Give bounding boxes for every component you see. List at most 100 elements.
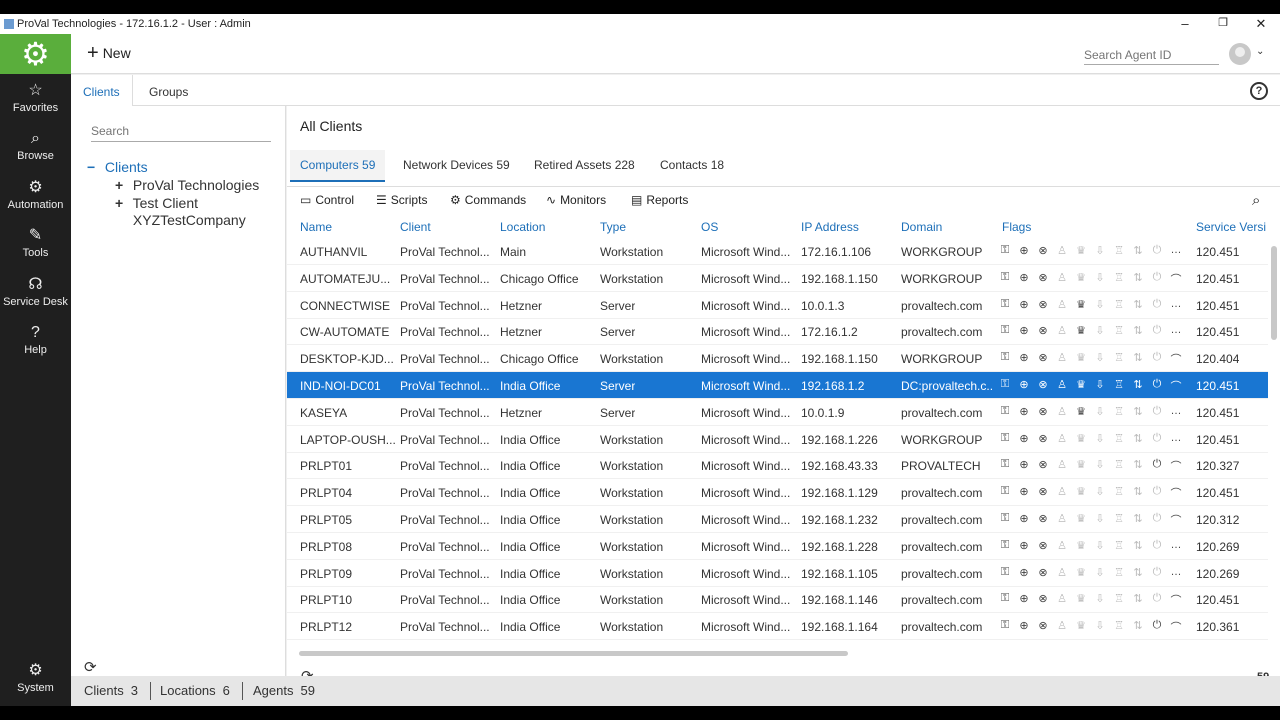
col-header-service-version[interactable]: Service Versi [1196, 220, 1266, 234]
col-header-domain[interactable]: Domain [901, 220, 942, 234]
cell-ip: 192.168.1.228 [801, 539, 878, 554]
status-agents-count: 59 [300, 683, 315, 698]
cell-client: ProVal Technol... [400, 352, 490, 367]
table-row[interactable]: AUTHANVIL ProVal Technol... Main Workstatio… [287, 238, 1268, 265]
commands-button[interactable]: ⚙ Commands [450, 193, 526, 207]
cell-ip: 192.168.1.150 [801, 352, 878, 367]
table-row[interactable]: PRLPT01 ProVal Technol... India Office Work… [287, 452, 1268, 480]
expand-icon[interactable]: + [115, 195, 129, 211]
plus-icon: + [87, 42, 99, 64]
transfer-icon: ⇅ [1133, 566, 1143, 579]
nav-favorites[interactable]: ☆ Favorites [0, 82, 71, 114]
cell-os: Microsoft Wind... [701, 593, 791, 608]
control-button[interactable]: ▭ Control [300, 193, 354, 207]
tree-search-input[interactable] [91, 120, 271, 142]
minimize-button[interactable]: – [1175, 16, 1195, 31]
tab-contacts[interactable]: Contacts 18 [660, 158, 724, 184]
col-header-ip[interactable]: IP Address [801, 220, 859, 234]
nav-system[interactable]: ⚙ System [0, 662, 71, 694]
table-row[interactable]: PRLPT05 ProVal Technol... India Office Work… [287, 506, 1268, 533]
nav-help[interactable]: ? Help [0, 324, 71, 356]
tree-node-xyz[interactable]: XYZTestCompany [115, 212, 246, 228]
cell-ip: 192.168.1.150 [801, 271, 878, 286]
cell-location: India Office [500, 539, 561, 554]
tab-clients[interactable]: Clients [71, 75, 133, 106]
search-icon[interactable]: ⌕ [1252, 192, 1260, 209]
chevron-down-icon[interactable]: ⌄ [1256, 46, 1264, 57]
flags-cell: ⚿ ⊕ ⊗ ♙ ♛ ⇩ ♖ ⇅ ⏻… [998, 244, 1183, 257]
table-row[interactable]: PRLPT08 ProVal Technol... India Office Work… [287, 533, 1268, 560]
nav-browse[interactable]: ⌕ Browse [0, 130, 71, 162]
table-row[interactable]: DESKTOP-KJD... ProVal Technol... Chicago O… [287, 345, 1268, 373]
nav-automation[interactable]: ⚙ Automation [0, 179, 71, 211]
monitors-button[interactable]: ∿ Monitors [546, 193, 606, 207]
star-icon: ☆ [28, 82, 43, 99]
status-clients-label: Clients [84, 683, 124, 698]
tab-computers[interactable]: Computers 59 [290, 150, 386, 182]
refresh-icon[interactable]: ⟳ [84, 658, 97, 676]
new-button[interactable]: + New [87, 42, 131, 64]
power-icon: ⏻ [1152, 244, 1162, 256]
col-header-location[interactable]: Location [500, 220, 545, 234]
tree-node-test-client[interactable]: + Test Client [115, 195, 198, 211]
user-flag-icon: ♙ [1057, 432, 1067, 445]
agent-id-search-input[interactable] [1084, 45, 1219, 65]
nav-service-desk-label: Service Desk [3, 296, 68, 308]
table-row[interactable]: PRLPT10 ProVal Technol... India Office Work… [287, 586, 1268, 614]
user-flag-icon: ♙ [1057, 459, 1067, 472]
blocked-icon: ⊗ [1038, 405, 1048, 418]
cell-ip: 10.0.1.3 [801, 298, 845, 313]
flags-cell: ⚿ ⊕ ⊗ ♙ ♛ ⇩ ♖ ⇅ ⏻ ⌒ [998, 512, 1183, 528]
cell-os: Microsoft Wind... [701, 486, 791, 501]
table-row[interactable]: KASEYA ProVal Technol... Hetzner Server Micr… [287, 399, 1268, 426]
cell-client: ProVal Technol... [400, 486, 490, 501]
download-icon: ⇩ [1095, 566, 1105, 579]
toolbar: ▭ Control ☰ Scripts ⚙ Commands ∿ Monitors ▤ R… [287, 186, 1280, 216]
expand-icon[interactable]: + [115, 177, 129, 193]
title-bar: ProVal Technologies - 172.16.1.2 - User … [0, 14, 1280, 34]
tree-node-proval[interactable]: + ProVal Technologies [115, 177, 259, 193]
download-icon: ⇩ [1095, 593, 1105, 606]
vertical-scrollbar[interactable] [1271, 246, 1277, 340]
restore-button[interactable]: ❐ [1213, 16, 1233, 29]
tab-network-devices[interactable]: Network Devices 59 [403, 158, 510, 184]
user-avatar[interactable] [1229, 43, 1251, 65]
tree-node-clients[interactable]: − Clients [87, 159, 148, 175]
status-agents[interactable]: Agents 59 [253, 682, 327, 700]
close-button[interactable]: ✕ [1251, 16, 1271, 32]
col-header-client[interactable]: Client [400, 220, 431, 234]
table-row[interactable]: CONNECTWISE ProVal Technol... Hetzner Serve… [287, 292, 1268, 319]
network-icon: ⊕ [1019, 405, 1029, 418]
download-icon: ⇩ [1095, 539, 1105, 552]
table-row[interactable]: PRLPT12 ProVal Technol... India Office Work… [287, 613, 1268, 641]
cell-type: Workstation [600, 245, 664, 259]
table-row[interactable]: PRLPT04 ProVal Technol... India Office Work… [287, 479, 1268, 507]
scripts-button[interactable]: ☰ Scripts [376, 193, 427, 207]
cell-domain: provaltech.com [901, 325, 983, 340]
table-row[interactable]: PRLPT09 ProVal Technol... India Office Work… [287, 560, 1268, 587]
col-header-type[interactable]: Type [600, 220, 626, 234]
cell-type: Workstation [600, 513, 664, 527]
status-clients[interactable]: Clients 3 [84, 682, 151, 700]
flags-cell: ⚿ ⊕ ⊗ ♙ ♛ ⇩ ♖ ⇅ ⏻… [998, 298, 1183, 311]
horizontal-scrollbar[interactable] [299, 651, 848, 656]
table-row[interactable]: IND-NOI-DC01 ProVal Technol... India Offic… [287, 372, 1268, 399]
power-icon: ⏻ [1152, 619, 1162, 632]
nav-tools[interactable]: ✎ Tools [0, 227, 71, 259]
home-gear-icon[interactable]: ⚙ [0, 34, 71, 74]
tab-groups[interactable]: Groups [137, 75, 200, 106]
status-locations[interactable]: Locations 6 [160, 682, 243, 700]
col-header-os[interactable]: OS [701, 220, 718, 234]
col-header-flags[interactable]: Flags [1002, 220, 1031, 234]
nav-service-desk[interactable]: ☊ Service Desk [0, 276, 71, 308]
table-row[interactable]: AUTOMATEJU... ProVal Technol... Chicago Of… [287, 265, 1268, 292]
reports-button[interactable]: ▤ Reports [631, 193, 688, 207]
left-nav: ⚙ ☆ Favorites ⌕ Browse ⚙ Automation ✎ To… [0, 34, 71, 706]
collapse-icon[interactable]: − [87, 159, 101, 175]
cell-location: India Office [500, 593, 561, 608]
table-row[interactable]: LAPTOP-OUSH... ProVal Technol... India Off… [287, 426, 1268, 453]
col-header-name[interactable]: Name [300, 220, 332, 234]
tab-retired-assets[interactable]: Retired Assets 228 [534, 158, 635, 184]
table-row[interactable]: CW-AUTOMATE ProVal Technol... Hetzner Serve… [287, 318, 1268, 346]
help-icon[interactable]: ? [1250, 82, 1268, 100]
